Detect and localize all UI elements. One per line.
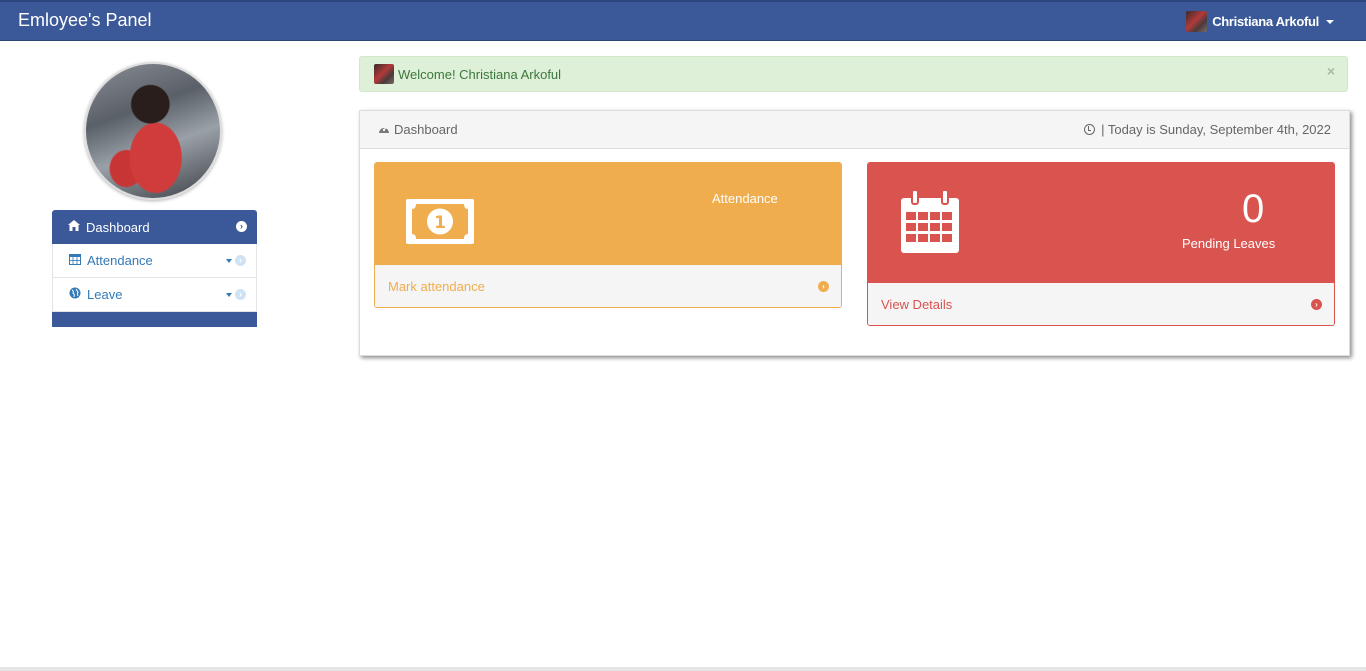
attendance-card: 1 Attendance Mark attendance ›	[374, 162, 842, 308]
globe-icon	[68, 287, 81, 302]
sidebar-item-label: Leave	[87, 287, 123, 302]
welcome-alert: Welcome! Christiana Arkoful ×	[359, 56, 1348, 92]
caret-down-icon	[226, 258, 232, 263]
sidebar-item-leave[interactable]: Leave ›	[52, 278, 257, 312]
money-icon: 1	[406, 199, 474, 244]
calendar-icon	[901, 190, 959, 253]
horizontal-scrollbar[interactable]	[0, 667, 1366, 671]
sidebar-item-dashboard[interactable]: Dashboard ›	[52, 210, 257, 244]
svg-text:1: 1	[434, 213, 446, 233]
user-name: Christiana Arkoful	[1212, 14, 1319, 29]
sidebar-menu: Dashboard › Attendance › Leave ›	[52, 210, 257, 327]
profile-photo	[84, 62, 222, 200]
circle-arrow-right-icon: ›	[818, 281, 829, 292]
dashboard-icon	[378, 122, 390, 137]
sidebar-item-label: Dashboard	[86, 219, 150, 235]
view-details-label: View Details	[881, 297, 953, 312]
pending-leaves-title: Pending Leaves	[1182, 236, 1276, 251]
mark-attendance-link[interactable]: Mark attendance ›	[375, 264, 841, 307]
circle-arrow-right-icon: ›	[236, 221, 247, 232]
user-avatar	[1186, 11, 1208, 32]
home-icon	[67, 220, 80, 234]
attendance-title: Attendance	[712, 191, 778, 206]
view-details-link[interactable]: View Details ›	[868, 282, 1334, 325]
caret-down-icon	[226, 292, 232, 297]
circle-arrow-right-icon: ›	[235, 289, 246, 300]
pending-leaves-count: 0	[1242, 187, 1265, 231]
welcome-message: Welcome! Christiana Arkoful	[398, 66, 562, 82]
close-icon[interactable]: ×	[1327, 63, 1335, 79]
sidebar-item-label: Attendance	[87, 253, 153, 268]
top-navbar: Emloyee's Panel Christiana Arkoful	[0, 0, 1366, 41]
user-avatar	[374, 64, 394, 84]
panel-title: Dashboard	[394, 122, 458, 137]
circle-arrow-right-icon: ›	[1311, 299, 1322, 310]
mark-attendance-label: Mark attendance	[388, 279, 485, 294]
circle-arrow-right-icon: ›	[235, 255, 246, 266]
caret-down-icon	[1326, 19, 1334, 24]
calendar-icon	[68, 253, 81, 268]
pending-leaves-card: 0 Pending Leaves View Details ›	[867, 162, 1335, 326]
clock-icon	[1084, 124, 1096, 135]
sidebar-item-attendance[interactable]: Attendance ›	[52, 244, 257, 278]
panel-header: Dashboard | Today is Sunday, September 4…	[360, 111, 1349, 149]
user-menu[interactable]: Christiana Arkoful	[1186, 11, 1334, 32]
date-text: | Today is Sunday, September 4th, 2022	[1101, 122, 1331, 137]
brand-title[interactable]: Emloyee's Panel	[18, 10, 152, 31]
dashboard-panel: Dashboard | Today is Sunday, September 4…	[359, 110, 1350, 356]
sidebar-footer	[52, 312, 257, 327]
